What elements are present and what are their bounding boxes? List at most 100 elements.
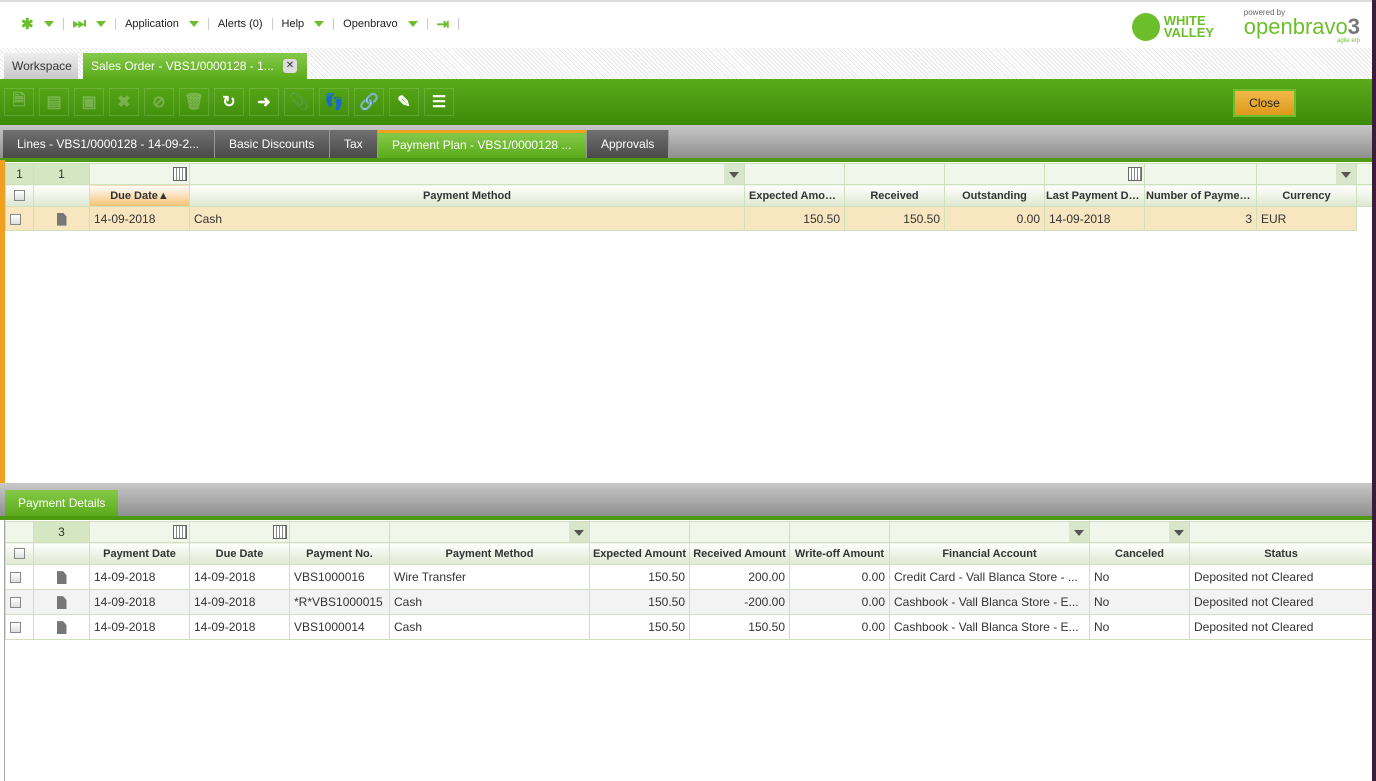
logout-button[interactable]: ⇥ xyxy=(428,16,460,33)
user-menu[interactable]: Openbravo xyxy=(334,17,428,30)
quick-create-menu[interactable]: ⏭ xyxy=(64,15,117,32)
filter-payment-date[interactable] xyxy=(89,521,190,543)
filter-received-amount[interactable] xyxy=(689,521,790,543)
attach-icon[interactable]: 📎 xyxy=(284,88,314,116)
tab-payment-plan[interactable]: Payment Plan - VBS1/0000128 ... xyxy=(378,130,587,158)
column-header-payment-method[interactable]: Payment Method xyxy=(389,542,590,565)
row-checkbox[interactable] xyxy=(5,564,34,590)
filter-write-off-amount[interactable] xyxy=(789,521,890,543)
column-header-received[interactable]: Received xyxy=(844,184,945,207)
dropdown-icon[interactable] xyxy=(1169,522,1189,542)
filter-payment-method[interactable] xyxy=(189,163,745,185)
undo-icon[interactable]: ✖ xyxy=(109,88,139,116)
customize-icon[interactable]: ✎ xyxy=(389,88,419,116)
filter-number-of-payments[interactable] xyxy=(1144,163,1257,185)
filter-received[interactable] xyxy=(844,163,945,185)
dropdown-icon[interactable] xyxy=(569,522,589,542)
select-all-checkbox[interactable] xyxy=(5,184,34,207)
column-header-write-off-amount[interactable]: Write-off Amount xyxy=(789,542,890,565)
filter-due-date[interactable] xyxy=(89,163,190,185)
column-header-currency[interactable]: Currency xyxy=(1256,184,1357,207)
close-tab-icon[interactable]: ✕ xyxy=(283,59,297,73)
filter-outstanding[interactable] xyxy=(944,163,1045,185)
export-icon[interactable]: ➜ xyxy=(249,88,279,116)
table-row[interactable]: 14-09-2018 14-09-2018 *R*VBS1000015 Cash 150… xyxy=(5,589,1373,615)
open-record-icon[interactable] xyxy=(33,206,90,231)
delete-icon[interactable]: 🗑 xyxy=(179,88,209,116)
column-header-status[interactable]: Status xyxy=(1189,542,1373,565)
column-header-expected-amount[interactable]: Expected Amount xyxy=(589,542,690,565)
row-checkbox[interactable] xyxy=(5,589,34,615)
select-all-checkbox[interactable] xyxy=(5,542,34,565)
table-row[interactable]: 14-09-2018 Cash 150.50 150.50 0.00 14-09… xyxy=(5,206,1373,231)
tab-workspace[interactable]: Workspace xyxy=(4,53,78,79)
new-row-icon[interactable]: ▤ xyxy=(39,88,69,116)
help-menu[interactable]: Help xyxy=(273,17,335,30)
dropdown-icon[interactable] xyxy=(1336,164,1356,184)
open-record-icon[interactable] xyxy=(33,564,90,590)
column-header-payment-method[interactable]: Payment Method xyxy=(189,184,745,207)
calendar-icon[interactable] xyxy=(273,525,287,539)
column-header-due-date[interactable]: Due Date xyxy=(189,542,290,565)
row-checkbox[interactable] xyxy=(5,206,34,231)
filter-canceled[interactable] xyxy=(1089,521,1190,543)
column-header-received-amount[interactable]: Received Amount xyxy=(689,542,790,565)
calendar-icon[interactable] xyxy=(173,525,187,539)
cell-status: Deposited not Cleared xyxy=(1189,564,1373,590)
open-record-icon[interactable] xyxy=(33,589,90,615)
tab-approvals[interactable]: Approvals xyxy=(587,130,669,158)
column-header-last-payment-date[interactable]: Last Payment Date xyxy=(1044,184,1145,207)
cell-write-off-amount: 0.00 xyxy=(789,564,890,590)
column-header-payment-no[interactable]: Payment No. xyxy=(289,542,390,565)
audit-trail-icon[interactable]: 👣 xyxy=(319,88,349,116)
filter-financial-account[interactable] xyxy=(889,521,1090,543)
link-icon[interactable]: 🔗 xyxy=(354,88,384,116)
column-header-expected-amount[interactable]: Expected Amount xyxy=(744,184,845,207)
filter-last-payment-date[interactable] xyxy=(1044,163,1145,185)
quick-launch-menu[interactable]: ✱ xyxy=(12,16,64,33)
filter-expected-amount[interactable] xyxy=(744,163,845,185)
cell-financial-account: Cashbook - Vall Blanca Store - E... xyxy=(889,614,1090,640)
column-header-financial-account[interactable]: Financial Account xyxy=(889,542,1090,565)
selected-count: 1 xyxy=(5,163,34,185)
column-header-number-of-payments[interactable]: Number of Payments xyxy=(1144,184,1257,207)
calendar-icon[interactable] xyxy=(1128,167,1142,181)
menu-label: Application xyxy=(125,17,179,30)
column-header-outstanding[interactable]: Outstanding xyxy=(944,184,1045,207)
header-label: Due Date xyxy=(110,189,158,202)
tab-payment-details[interactable]: Payment Details xyxy=(5,490,119,516)
calendar-icon[interactable] xyxy=(173,167,187,181)
application-menu[interactable]: Application xyxy=(116,17,209,30)
cell-canceled: No xyxy=(1089,589,1190,615)
filter-payment-method[interactable] xyxy=(389,521,590,543)
column-header-due-date[interactable]: Due Date▲ xyxy=(89,184,190,207)
cancel-icon[interactable]: ⊘ xyxy=(144,88,174,116)
tab-sales-order[interactable]: Sales Order - VBS1/0000128 - 1... ✕ xyxy=(83,53,307,79)
open-record-icon[interactable] xyxy=(33,614,90,640)
tab-tax[interactable]: Tax xyxy=(330,130,378,158)
filter-expected-amount[interactable] xyxy=(589,521,690,543)
tab-lines[interactable]: Lines - VBS1/0000128 - 14-09-2... xyxy=(3,130,215,158)
close-label: Close xyxy=(1249,96,1280,110)
column-header-payment-date[interactable]: Payment Date xyxy=(89,542,190,565)
save-icon[interactable]: ▣ xyxy=(74,88,104,116)
column-header-canceled[interactable]: Canceled xyxy=(1089,542,1190,565)
table-row[interactable]: 14-09-2018 14-09-2018 VBS1000014 Cash 150.50… xyxy=(5,614,1373,640)
toggle-view-icon[interactable]: ☰ xyxy=(424,88,454,116)
dropdown-icon[interactable] xyxy=(724,164,744,184)
chevron-down-icon xyxy=(314,20,325,27)
filter-status[interactable] xyxy=(1189,521,1373,543)
row-checkbox[interactable] xyxy=(5,614,34,640)
filter-due-date[interactable] xyxy=(189,521,290,543)
refresh-icon[interactable]: ↻ xyxy=(214,88,244,116)
filter-payment-no[interactable] xyxy=(289,521,390,543)
dropdown-icon[interactable] xyxy=(1069,522,1089,542)
tab-basic-discounts[interactable]: Basic Discounts xyxy=(215,130,330,158)
alerts-link[interactable]: Alerts (0) xyxy=(209,17,273,30)
close-button[interactable]: Close xyxy=(1233,89,1296,117)
table-row[interactable]: 14-09-2018 14-09-2018 VBS1000016 Wire Trans… xyxy=(5,564,1373,590)
filter-currency[interactable] xyxy=(1256,163,1357,185)
new-document-icon[interactable]: 🗎 xyxy=(4,88,34,116)
row-spacer xyxy=(1356,206,1373,231)
payment-details-tabbar: Payment Details xyxy=(0,483,1372,516)
